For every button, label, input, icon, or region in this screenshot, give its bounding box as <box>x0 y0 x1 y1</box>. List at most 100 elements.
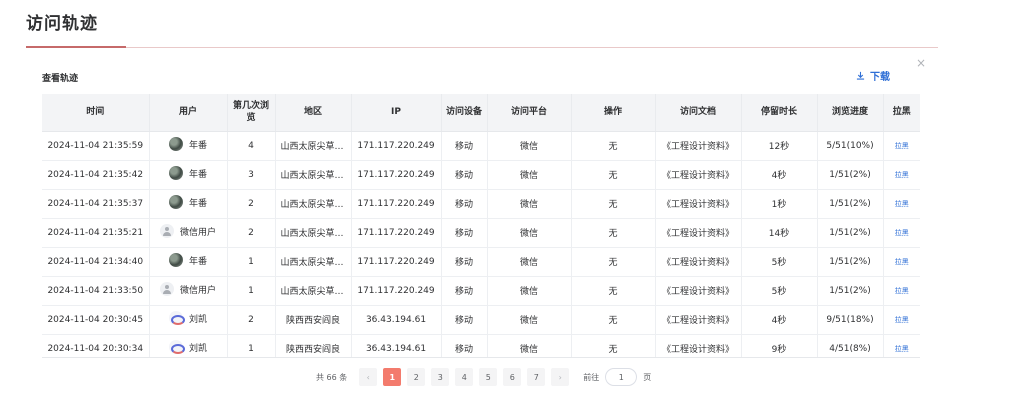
pagination: 共 66 条 ‹ 1234567 › 前往 页 <box>316 368 651 386</box>
trace-dialog: × 查看轨迹 下载 时间 用户 第几次浏览 地区 IP 访问设备 访问平台 操作 访问文档 停留时… <box>26 52 938 402</box>
user-name: 年番 <box>188 256 207 267</box>
avatar <box>168 340 185 354</box>
avatar <box>159 224 174 238</box>
region-cell: 山西太原尖草坪区 <box>275 189 352 219</box>
user-cell: 年番 <box>149 160 228 190</box>
progress-cell: 1/51(2%) <box>817 189 884 219</box>
ip-cell: 36.43.194.61 <box>351 334 442 357</box>
table-row: 2024-11-04 21:35:21 微信用户 2 山西太原尖草坪区 171.117.… <box>42 218 920 248</box>
duration-cell: 5秒 <box>741 247 818 277</box>
duration-cell: 4秒 <box>741 305 818 335</box>
pagination-total: 共 66 条 <box>316 372 348 382</box>
device-cell: 移动 <box>441 305 488 335</box>
action-cell: 无 <box>571 160 656 190</box>
close-icon[interactable]: × <box>916 56 926 70</box>
document-cell: 《工程设计资料》 <box>655 334 742 357</box>
prev-page-button[interactable]: ‹ <box>359 368 378 386</box>
progress-cell: 9/51(18%) <box>817 305 884 335</box>
table-header-row: 时间 用户 第几次浏览 地区 IP 访问设备 访问平台 操作 访问文档 停留时长 浏览进度 拉黑 <box>42 94 920 132</box>
dialog-title: 查看轨迹 <box>42 74 79 84</box>
blacklist-cell: 拉黑 <box>883 334 920 357</box>
time-cell: 2024-11-04 21:35:37 <box>42 189 150 219</box>
trace-table: 时间 用户 第几次浏览 地区 IP 访问设备 访问平台 操作 访问文档 停留时长 浏览进度 拉黑 20… <box>42 94 920 358</box>
column-header: 操作 <box>571 94 656 132</box>
platform-cell: 微信 <box>487 334 572 357</box>
user-cell: 年番 <box>149 189 228 219</box>
blacklist-link[interactable]: 拉黑 <box>895 258 909 266</box>
visit-count-cell: 2 <box>227 218 276 248</box>
blacklist-cell: 拉黑 <box>883 189 920 219</box>
goto-label: 前往 <box>583 372 600 382</box>
ip-cell: 171.117.220.249 <box>351 218 442 248</box>
column-header: 访问平台 <box>487 94 572 132</box>
blacklist-link[interactable]: 拉黑 <box>895 229 909 237</box>
ip-cell: 171.117.220.249 <box>351 189 442 219</box>
visit-count-cell: 4 <box>227 131 276 161</box>
duration-cell: 9秒 <box>741 334 818 357</box>
user-cell: 年番 <box>149 247 228 277</box>
progress-cell: 1/51(2%) <box>817 247 884 277</box>
platform-cell: 微信 <box>487 131 572 161</box>
time-cell: 2024-11-04 21:34:40 <box>42 247 150 277</box>
next-page-button[interactable]: › <box>551 368 570 386</box>
duration-cell: 1秒 <box>741 189 818 219</box>
blacklist-link[interactable]: 拉黑 <box>895 142 909 150</box>
visit-count-cell: 1 <box>227 247 276 277</box>
page-button-6[interactable]: 6 <box>503 368 522 386</box>
document-cell: 《工程设计资料》 <box>655 218 742 248</box>
blacklist-link[interactable]: 拉黑 <box>895 171 909 179</box>
column-header: 停留时长 <box>741 94 818 132</box>
table-row: 2024-11-04 21:35:42 年番 3 山西太原尖草坪区 171.117.22… <box>42 160 920 190</box>
blacklist-link[interactable]: 拉黑 <box>895 316 909 324</box>
column-header: 用户 <box>149 94 228 132</box>
user-info: 刘凯 <box>168 340 207 354</box>
table-row: 2024-11-04 20:30:45 刘凯 2 陕西西安阎良 36.43.194.61… <box>42 305 920 335</box>
blacklist-cell: 拉黑 <box>883 276 920 306</box>
page-button-4[interactable]: 4 <box>455 368 474 386</box>
action-cell: 无 <box>571 247 656 277</box>
user-name: 年番 <box>188 169 207 180</box>
column-header: 访问文档 <box>655 94 742 132</box>
user-cell: 微信用户 <box>149 218 228 248</box>
blacklist-link[interactable]: 拉黑 <box>895 200 909 208</box>
download-label: 下载 <box>870 72 890 83</box>
table-row: 2024-11-04 21:35:37 年番 2 山西太原尖草坪区 171.117.22… <box>42 189 920 219</box>
user-cell: 年番 <box>149 131 228 161</box>
blacklist-link[interactable]: 拉黑 <box>895 287 909 295</box>
platform-cell: 微信 <box>487 305 572 335</box>
page-button-1[interactable]: 1 <box>383 368 402 386</box>
page-unit-label: 页 <box>643 372 652 382</box>
download-icon <box>856 71 865 80</box>
user-name: 刘凯 <box>188 314 207 325</box>
user-name: 微信用户 <box>179 285 216 296</box>
blacklist-cell: 拉黑 <box>883 305 920 335</box>
ip-cell: 171.117.220.249 <box>351 247 442 277</box>
progress-cell: 5/51(10%) <box>817 131 884 161</box>
device-cell: 移动 <box>441 189 488 219</box>
duration-cell: 4秒 <box>741 160 818 190</box>
document-cell: 《工程设计资料》 <box>655 247 742 277</box>
user-info: 年番 <box>168 166 207 180</box>
page-button-2[interactable]: 2 <box>407 368 426 386</box>
time-cell: 2024-11-04 21:35:21 <box>42 218 150 248</box>
goto-page-input[interactable] <box>605 368 638 386</box>
action-cell: 无 <box>571 276 656 306</box>
platform-cell: 微信 <box>487 218 572 248</box>
user-name: 年番 <box>188 140 207 151</box>
avatar <box>168 137 183 151</box>
duration-cell: 14秒 <box>741 218 818 248</box>
blacklist-cell: 拉黑 <box>883 160 920 190</box>
blacklist-link[interactable]: 拉黑 <box>895 345 909 353</box>
action-cell: 无 <box>571 334 656 357</box>
page-button-7[interactable]: 7 <box>527 368 546 386</box>
user-info: 年番 <box>168 253 207 267</box>
user-name: 微信用户 <box>179 227 216 238</box>
download-button[interactable]: 下载 <box>856 68 890 83</box>
page-button-3[interactable]: 3 <box>431 368 450 386</box>
column-header: 浏览进度 <box>817 94 884 132</box>
ip-cell: 171.117.220.249 <box>351 131 442 161</box>
table-row: 2024-11-04 21:33:50 微信用户 1 山西太原尖草坪区 171.117.… <box>42 276 920 306</box>
visit-count-cell: 2 <box>227 189 276 219</box>
region-cell: 山西太原尖草坪区 <box>275 160 352 190</box>
page-button-5[interactable]: 5 <box>479 368 498 386</box>
